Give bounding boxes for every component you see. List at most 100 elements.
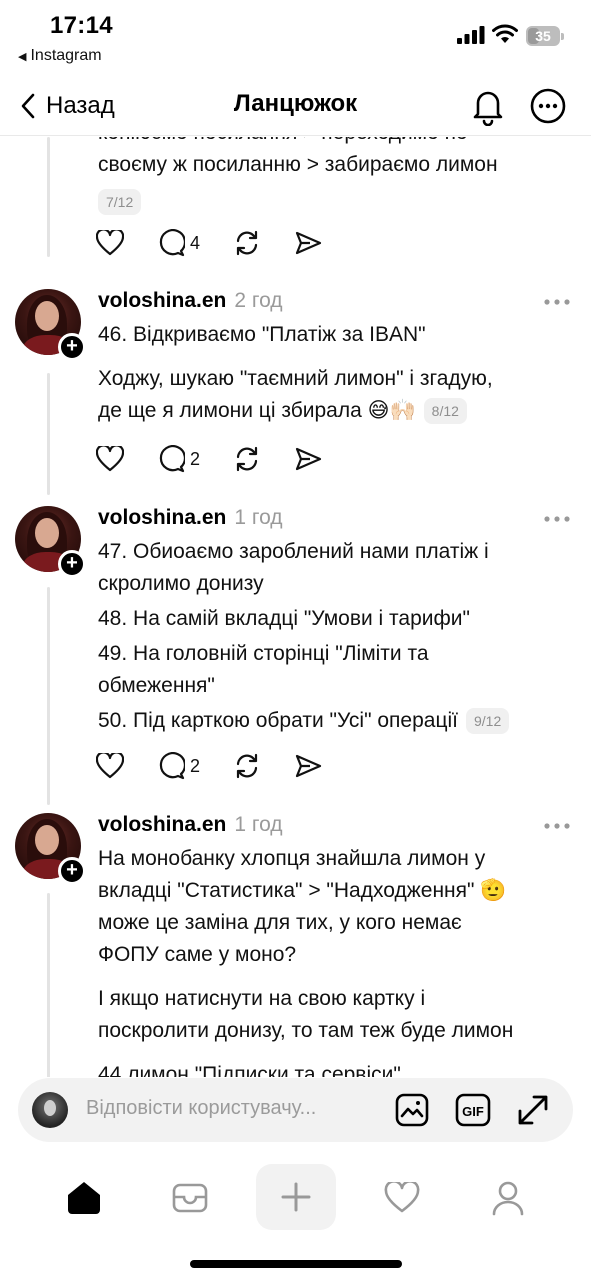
post-text-line: своєму ж посиланню > забираємо лимон bbox=[98, 153, 498, 176]
send-icon bbox=[295, 231, 322, 255]
heart-icon bbox=[96, 230, 124, 256]
post-text-line: поскролити донизу, то там теж буде лимон bbox=[98, 1019, 514, 1043]
wifi-icon bbox=[492, 24, 518, 43]
repost-icon bbox=[236, 446, 258, 472]
salute-emoji: 🫡 bbox=[480, 879, 507, 903]
thread-connector bbox=[47, 587, 50, 805]
post-text-line: може це заміна для тих, у кого немає bbox=[98, 911, 462, 935]
raised-hands-emoji: 🙌🏻 bbox=[389, 399, 416, 423]
repost-button[interactable] bbox=[233, 751, 261, 781]
tab-create[interactable] bbox=[256, 1164, 336, 1230]
post-text-line: 44 лимон "Підписки та сервіси" bbox=[98, 1063, 401, 1077]
post-menu-icon[interactable] bbox=[543, 821, 571, 831]
post-time: 1 год bbox=[234, 813, 283, 836]
post-text-line: Ходжу, шукаю "таємний лимон" і згадую, bbox=[98, 367, 493, 390]
comment-button[interactable]: 2 bbox=[157, 751, 200, 781]
post-text-line: 46. Відкриваємо "Платіж за IBAN" bbox=[98, 323, 426, 346]
share-button[interactable] bbox=[294, 751, 322, 781]
post-text-line: 47. Обиоаємо зароблений нами платіж і bbox=[98, 540, 489, 563]
comment-button[interactable]: 2 bbox=[157, 444, 200, 474]
post-text-line: 50. Під карткою обрати "Усі" операції bbox=[98, 709, 458, 732]
like-button[interactable] bbox=[96, 751, 124, 781]
author-name[interactable]: voloshina.en bbox=[98, 813, 226, 837]
post-text-line: де ще я лимони ці збирала bbox=[98, 399, 362, 422]
repost-icon bbox=[236, 230, 258, 256]
home-indicator bbox=[190, 1260, 402, 1268]
thread-feed[interactable]: копіюємо посилання > переходимо по своєм… bbox=[0, 137, 591, 1077]
heart-icon bbox=[96, 446, 124, 472]
post-text-line: І якщо натиснути на свою картку і bbox=[98, 987, 426, 1011]
battery-icon: 35 bbox=[526, 26, 566, 46]
cellular-signal-icon bbox=[457, 26, 485, 44]
post-time: 2 год bbox=[234, 289, 283, 312]
gif-icon[interactable]: GIF bbox=[455, 1092, 491, 1128]
thread-counter-badge: 8/12 bbox=[423, 398, 467, 425]
bottom-tab-bar bbox=[0, 1160, 591, 1240]
home-icon bbox=[68, 1182, 100, 1214]
reply-bar[interactable]: Відповісти користувачу... GIF bbox=[18, 1078, 573, 1142]
reply-input[interactable]: Відповісти користувачу... bbox=[86, 1097, 316, 1120]
tab-inbox[interactable] bbox=[168, 1176, 212, 1220]
post-text-line: скролимо донизу bbox=[98, 572, 264, 595]
thread-header: Назад Ланцюжок bbox=[0, 76, 591, 136]
like-button[interactable] bbox=[96, 444, 124, 474]
comment-button[interactable]: 4 bbox=[157, 228, 200, 258]
plus-icon bbox=[281, 1182, 311, 1212]
post-actions: 4 bbox=[96, 228, 355, 258]
like-button[interactable] bbox=[96, 228, 124, 258]
reply-count: 2 bbox=[190, 755, 201, 776]
repost-button[interactable] bbox=[233, 444, 261, 474]
tab-activity[interactable] bbox=[380, 1176, 424, 1220]
image-attach-icon[interactable] bbox=[394, 1092, 430, 1128]
follow-plus-icon[interactable]: + bbox=[58, 857, 86, 885]
comment-icon bbox=[159, 752, 185, 780]
reply-count: 4 bbox=[190, 232, 201, 253]
follow-plus-icon[interactable]: + bbox=[58, 550, 86, 578]
post-menu-icon[interactable] bbox=[543, 514, 571, 524]
inbox-icon bbox=[172, 1183, 208, 1213]
send-icon bbox=[295, 754, 322, 778]
author-name[interactable]: voloshina.en bbox=[98, 506, 226, 530]
post-menu-icon[interactable] bbox=[543, 297, 571, 307]
share-button[interactable] bbox=[294, 228, 322, 258]
post-text-line: ФОПУ саме у моно? bbox=[98, 943, 297, 967]
heart-icon bbox=[96, 753, 124, 779]
battery-level: 35 bbox=[535, 28, 551, 44]
back-triangle-icon: ◀ bbox=[18, 50, 27, 63]
post-text-line: вкладці "Статистика" > "Надходження" bbox=[98, 879, 475, 902]
svg-text:GIF: GIF bbox=[462, 1104, 484, 1119]
post-text-line: копіюємо посилання > переходимо по bbox=[98, 137, 573, 149]
tab-profile[interactable] bbox=[486, 1176, 530, 1220]
sweat-smile-emoji: 😅 bbox=[367, 399, 390, 423]
expand-icon[interactable] bbox=[515, 1092, 551, 1128]
thread-counter-badge: 9/12 bbox=[465, 708, 510, 735]
comment-icon bbox=[159, 229, 185, 257]
thread-counter-badge: 7/12 bbox=[98, 189, 142, 215]
status-time: 17:14 bbox=[50, 12, 113, 39]
back-to-app-link[interactable]: ◀ Instagram bbox=[18, 47, 102, 65]
reply-count: 2 bbox=[190, 448, 201, 469]
tab-home[interactable] bbox=[62, 1176, 106, 1220]
post-actions: 2 bbox=[96, 444, 355, 474]
follow-plus-icon[interactable]: + bbox=[58, 333, 86, 361]
thread-connector bbox=[47, 137, 50, 257]
heart-icon bbox=[384, 1182, 420, 1213]
my-avatar bbox=[32, 1092, 68, 1128]
post-text-line: обмеження" bbox=[98, 674, 215, 697]
post-actions: 2 bbox=[96, 751, 355, 781]
comment-icon bbox=[159, 445, 185, 473]
post-time: 1 год bbox=[234, 506, 283, 529]
post-text-line: На монобанку хлопця знайшла лимон у bbox=[98, 847, 486, 870]
bell-icon[interactable] bbox=[470, 86, 506, 126]
status-bar: 17:14 ◀ Instagram 35 bbox=[0, 0, 591, 76]
post-text-line: 48. На самій вкладці "Умови і тарифи" bbox=[98, 607, 470, 630]
repost-button[interactable] bbox=[233, 228, 261, 258]
send-icon bbox=[295, 447, 322, 471]
more-options-icon[interactable] bbox=[530, 88, 566, 124]
post-text-line: 49. На головній сторінці "Ліміти та bbox=[98, 642, 429, 665]
share-button[interactable] bbox=[294, 444, 322, 474]
thread-connector bbox=[47, 893, 50, 1077]
thread-connector bbox=[47, 373, 50, 495]
repost-icon bbox=[236, 753, 258, 779]
author-name[interactable]: voloshina.en bbox=[98, 289, 226, 313]
